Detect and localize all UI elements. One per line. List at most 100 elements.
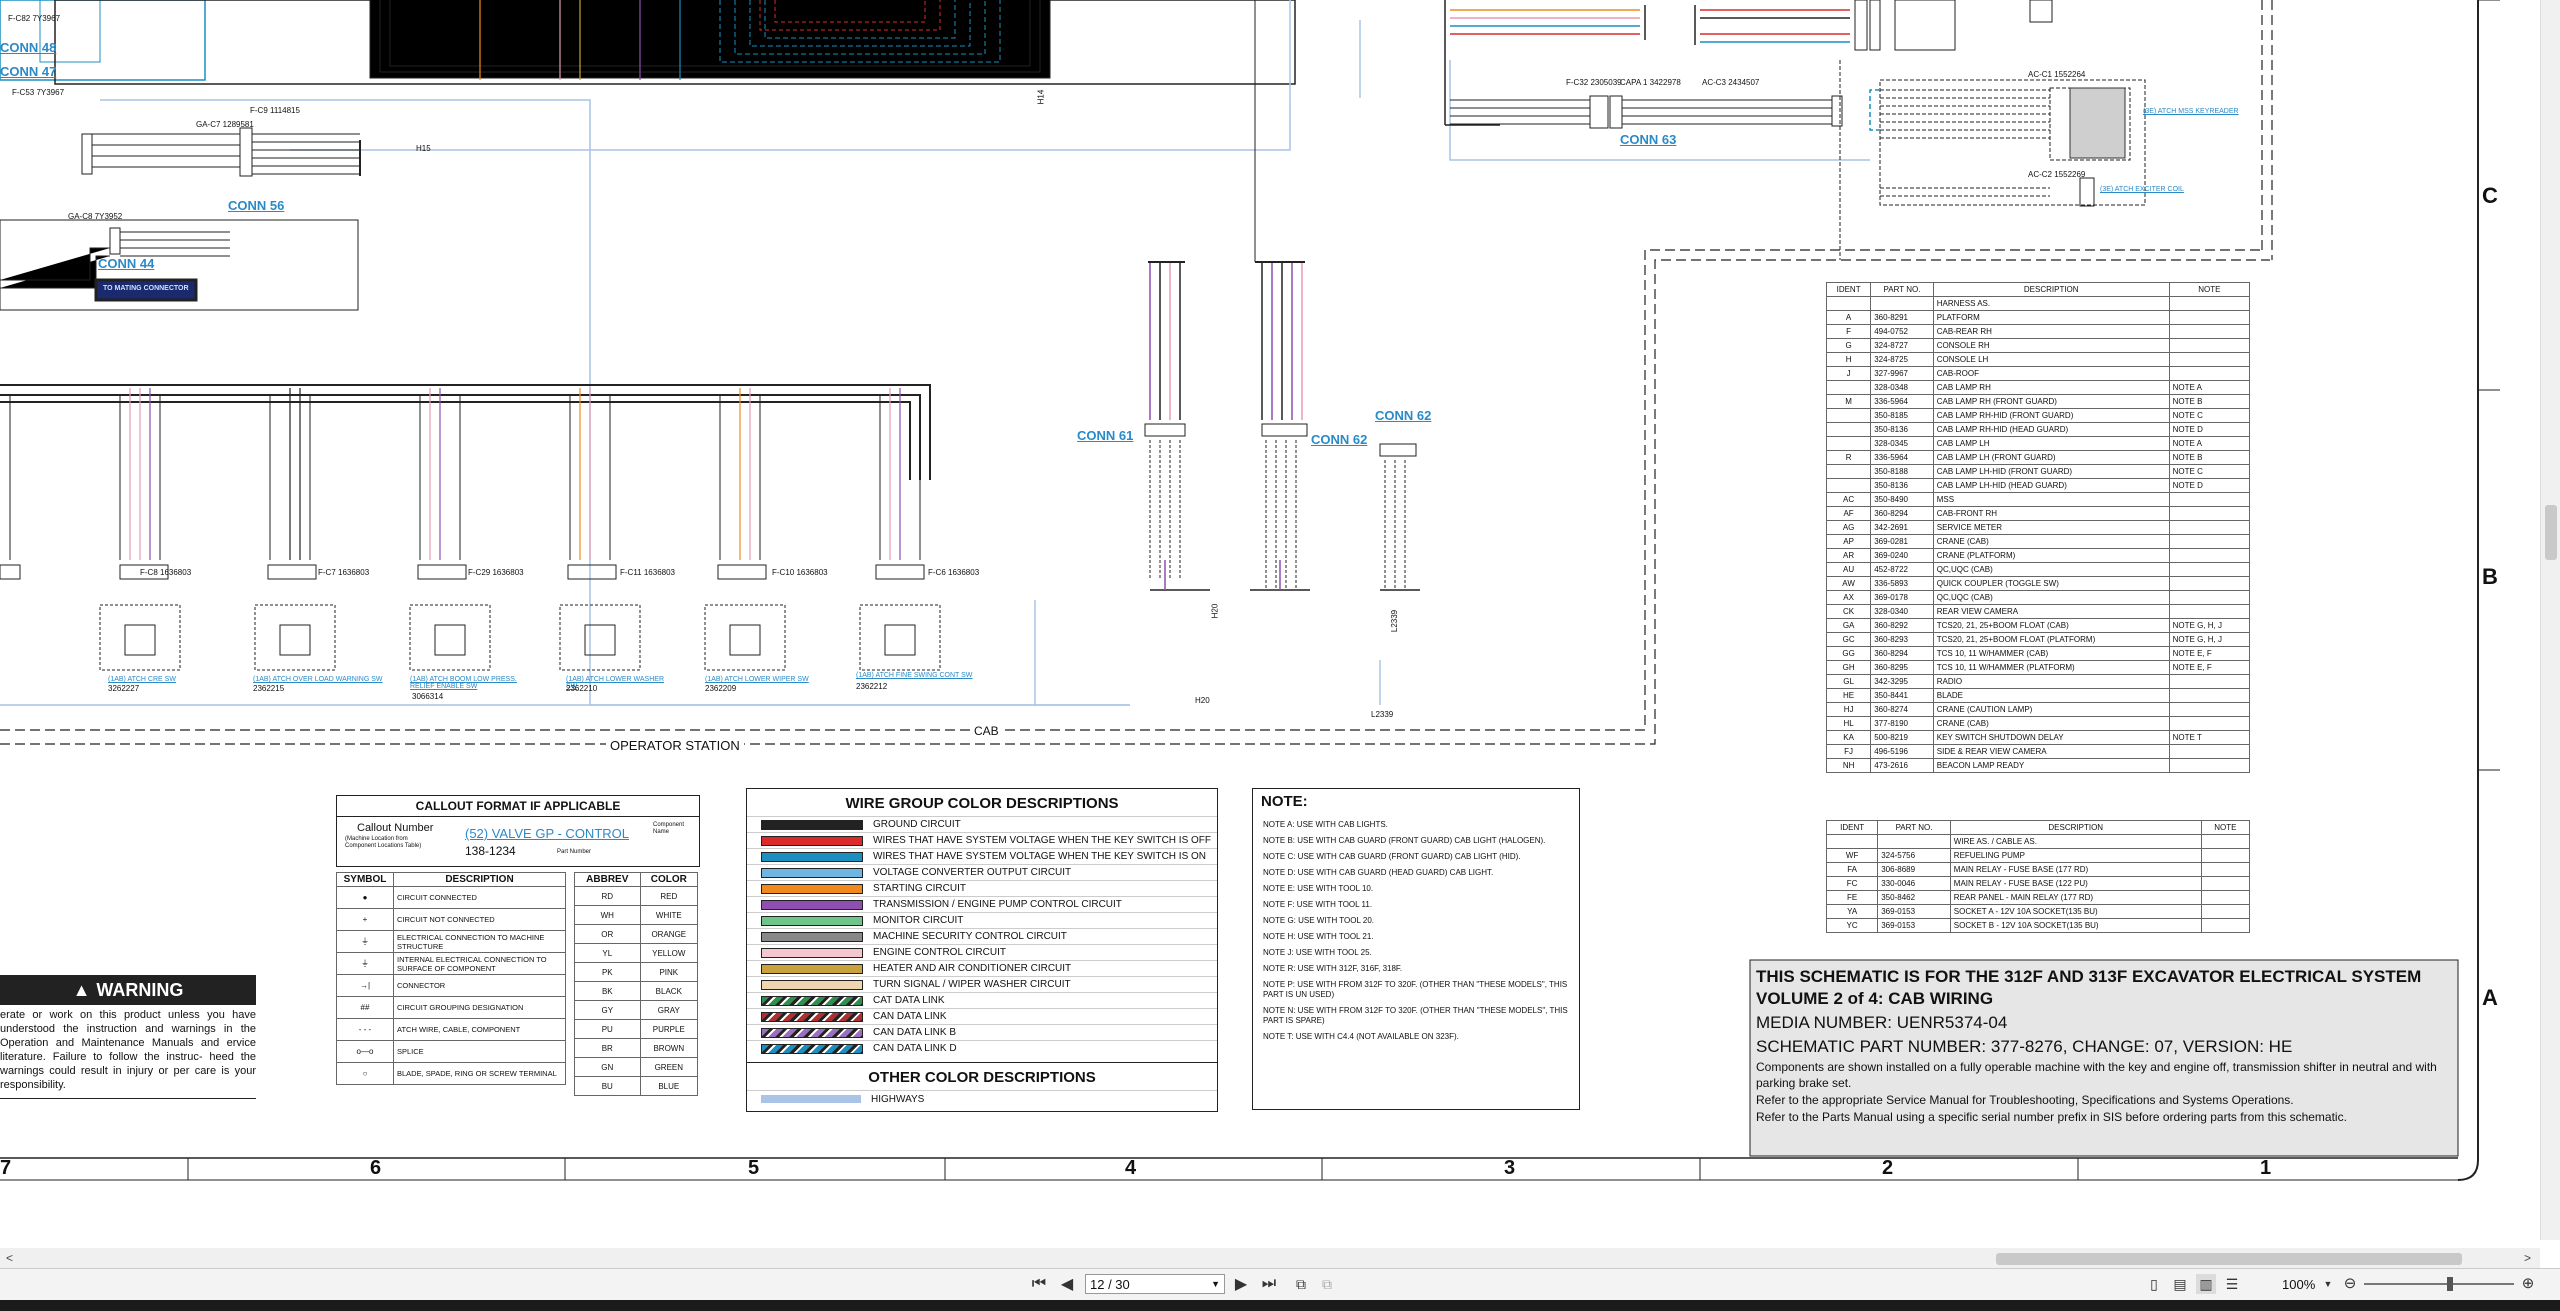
zoom-dropdown-icon[interactable]: ▼ bbox=[2320, 1274, 2336, 1294]
conn-61-link[interactable]: CONN 61 bbox=[1077, 428, 1133, 443]
scroll-right-icon[interactable]: > bbox=[2524, 1251, 2531, 1265]
two-page-view-icon[interactable]: ▥ bbox=[2196, 1274, 2216, 1294]
harness-cell bbox=[2168, 702, 2251, 717]
conn-44-link[interactable]: CONN 44 bbox=[98, 256, 154, 271]
harness-cell: 369-0281 bbox=[1870, 534, 1934, 549]
conn-62-link-b[interactable]: CONN 62 bbox=[1375, 408, 1431, 423]
switch-6-link[interactable]: (1AB) ATCH FINE SWING CONT SW bbox=[856, 672, 976, 679]
abbrev-header: ABBREV bbox=[574, 872, 641, 887]
harness-cell: HJ bbox=[1825, 702, 1872, 717]
harness-cell: GA bbox=[1825, 618, 1872, 633]
wire-cell: 306-8689 bbox=[1877, 862, 1951, 877]
harness-header-part: PART NO. bbox=[1870, 282, 1934, 297]
harness-cell: AW bbox=[1825, 576, 1872, 591]
abbrev-code: PU bbox=[574, 1019, 641, 1039]
note-item: NOTE F: USE WITH TOOL 11. bbox=[1263, 900, 1373, 909]
to-mating-connector-label[interactable]: TO MATING CONNECTOR bbox=[103, 285, 189, 292]
harness-cell: NOTE B bbox=[2168, 450, 2251, 465]
book-view-icon[interactable]: ☰ bbox=[2222, 1274, 2242, 1294]
paste-pages-icon[interactable]: ⧉ bbox=[1316, 1273, 1338, 1295]
wire-group-title: WIRE GROUP COLOR DESCRIPTIONS bbox=[845, 795, 1119, 812]
wire-row: YC 369-0153 SOCKET B - 12V 10A SOCKET(135 … bbox=[1825, 918, 2251, 933]
conn-56-link[interactable]: CONN 56 bbox=[228, 198, 284, 213]
copy-pages-icon[interactable]: ⧉ bbox=[1290, 1273, 1312, 1295]
keypad-link[interactable]: (3E) ATCH MSS KEYREADER bbox=[2143, 108, 2239, 115]
wire-group-row: CAN DATA LINK B bbox=[747, 1024, 1217, 1040]
component-name-note: Component Name bbox=[653, 822, 685, 835]
symbol-glyph: ⏚ bbox=[336, 930, 394, 953]
continuous-view-icon[interactable]: ▤ bbox=[2170, 1274, 2190, 1294]
harness-cell: HL bbox=[1825, 716, 1872, 731]
wire-cell bbox=[2200, 890, 2251, 905]
horizontal-scrollbar[interactable]: < > bbox=[0, 1248, 2540, 1268]
zoom-slider-thumb[interactable] bbox=[2447, 1277, 2453, 1291]
harness-cell bbox=[1825, 478, 1872, 493]
scroll-left-icon[interactable]: < bbox=[6, 1251, 13, 1265]
harness-row: 328-0345 CAB LAMP LH NOTE A bbox=[1825, 436, 2251, 451]
harness-cell: CAB LAMP LH-HID (HEAD GUARD) bbox=[1932, 478, 2170, 493]
switch-5-link[interactable]: (1AB) ATCH LOWER WIPER SW bbox=[705, 676, 815, 683]
harness-cell: MSS bbox=[1932, 492, 2170, 507]
abbrev-row: GY GRAY bbox=[574, 1000, 699, 1020]
wire-cell: FC bbox=[1825, 876, 1879, 891]
conn-47-link[interactable]: CONN 47 bbox=[0, 64, 56, 79]
wire-group-label: WIRES THAT HAVE SYSTEM VOLTAGE WHEN THE … bbox=[873, 835, 1212, 846]
harness-header-desc: DESCRIPTION bbox=[1932, 282, 2170, 297]
wire-cell: REAR PANEL - MAIN RELAY (177 RD) bbox=[1949, 890, 2202, 905]
vertical-scrollbar[interactable] bbox=[2540, 0, 2560, 1240]
abbrev-color: GREEN bbox=[639, 1057, 699, 1077]
page-number-select[interactable]: 12 / 30 ▼ bbox=[1085, 1274, 1225, 1294]
harness-row: AW 336-5893 QUICK COUPLER (TOGGLE SW) bbox=[1825, 576, 2251, 591]
wire-color-swatch bbox=[761, 915, 863, 926]
switch-6-conn: F-C6 1636803 bbox=[928, 568, 980, 577]
zoom-out-icon[interactable]: ⊖ bbox=[2340, 1273, 2360, 1293]
switch-1-link[interactable]: (1AB) ATCH CRE SW bbox=[108, 676, 198, 683]
harness-cell bbox=[2168, 338, 2251, 353]
zoom-level[interactable]: 100% bbox=[2282, 1277, 2315, 1292]
vertical-scroll-thumb[interactable] bbox=[2545, 505, 2557, 560]
harness-row: 350-8188 CAB LAMP LH-HID (FRONT GUARD) NOT… bbox=[1825, 464, 2251, 479]
first-page-button[interactable]: ⏮ bbox=[1028, 1273, 1050, 1295]
harness-cell: NOTE B bbox=[2168, 394, 2251, 409]
harness-table: IDENT PART NO. DESCRIPTION NOTE HARNESS … bbox=[1825, 282, 2251, 773]
wire-color-swatch bbox=[761, 867, 863, 878]
exciter-link[interactable]: (3E) ATCH EXCITER COIL bbox=[2100, 186, 2184, 193]
color-header: COLOR bbox=[639, 872, 699, 887]
harness-cell: CAB LAMP RH-HID (HEAD GUARD) bbox=[1932, 422, 2170, 437]
symbol-row: ## CIRCUIT GROUPING DESIGNATION bbox=[336, 996, 566, 1019]
wire-group-row: ENGINE CONTROL CIRCUIT bbox=[747, 944, 1217, 960]
zoom-in-icon[interactable]: ⊕ bbox=[2518, 1273, 2538, 1293]
switch-4-part: 2362210 bbox=[566, 684, 598, 693]
harness-cell bbox=[2168, 688, 2251, 703]
harness-cell: 350-8185 bbox=[1870, 408, 1934, 423]
harness-cell: 336-5964 bbox=[1870, 450, 1934, 465]
abbrev-row: YL YELLOW bbox=[574, 943, 699, 963]
horizontal-scroll-thumb[interactable] bbox=[1996, 1253, 2462, 1265]
harness-row: AF 360-8294 CAB-FRONT RH bbox=[1825, 506, 2251, 521]
conn-48-link[interactable]: CONN 48 bbox=[0, 40, 56, 55]
harness-cell: KA bbox=[1825, 730, 1872, 745]
switch-3-link[interactable]: (1AB) ATCH BOOM LOW PRESS. RELIEF ENABLE… bbox=[410, 676, 530, 690]
conn-63-link[interactable]: CONN 63 bbox=[1620, 132, 1676, 147]
switch-2-link[interactable]: (1AB) ATCH OVER LOAD WARNING SW bbox=[253, 676, 383, 683]
harness-cell: 350-8188 bbox=[1870, 464, 1934, 479]
last-page-button[interactable]: ⏭ bbox=[1258, 1273, 1280, 1295]
zone-row-c: C bbox=[2482, 183, 2498, 208]
single-page-view-icon[interactable]: ▯ bbox=[2144, 1274, 2164, 1294]
symbol-glyph: ● bbox=[336, 886, 394, 909]
wire-cell: YA bbox=[1825, 904, 1879, 919]
previous-page-button[interactable]: ◀ bbox=[1056, 1273, 1078, 1295]
warning-title: WARNING bbox=[96, 979, 184, 1000]
harness-row: 350-8185 CAB LAMP RH-HID (FRONT GUARD) NOT… bbox=[1825, 408, 2251, 423]
harness-cell: J bbox=[1825, 366, 1872, 381]
symbol-description-header: DESCRIPTION bbox=[393, 872, 566, 887]
conn-62-link-a[interactable]: CONN 62 bbox=[1311, 432, 1367, 447]
harness-cell: NOTE D bbox=[2168, 478, 2251, 493]
harness-cell: CAB LAMP LH-HID (FRONT GUARD) bbox=[1932, 464, 2170, 479]
zoom-slider[interactable] bbox=[2364, 1277, 2514, 1291]
harness-row: 328-0348 CAB LAMP RH NOTE A bbox=[1825, 380, 2251, 395]
next-page-button[interactable]: ▶ bbox=[1230, 1273, 1252, 1295]
abbrev-color: BLUE bbox=[639, 1076, 699, 1096]
wire-cell: 350-8462 bbox=[1877, 890, 1951, 905]
harness-cell: CAB LAMP RH-HID (FRONT GUARD) bbox=[1932, 408, 2170, 423]
